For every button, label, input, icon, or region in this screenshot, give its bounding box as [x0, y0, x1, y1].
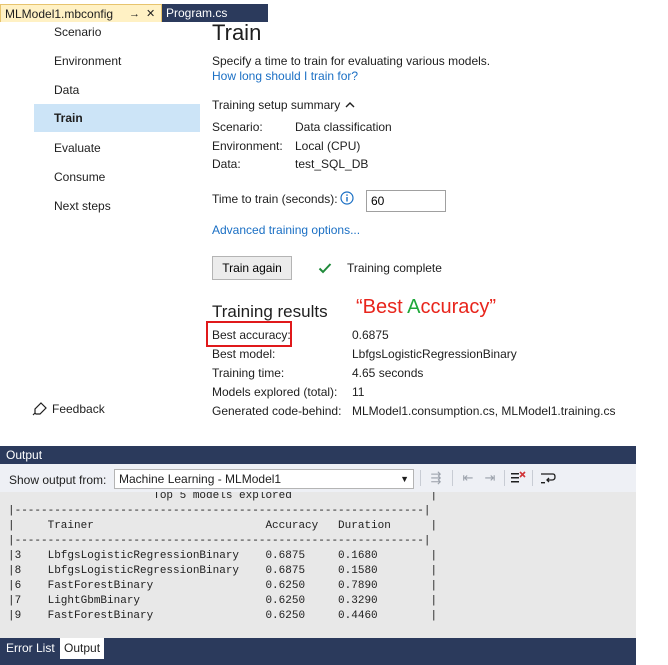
- toolbar-separator: [452, 470, 453, 486]
- train-again-button[interactable]: Train again: [212, 256, 292, 280]
- nav-item-next-steps[interactable]: Next steps: [34, 192, 200, 220]
- annotation-open: “Best: [356, 296, 408, 318]
- summary-label-data: Data:: [212, 157, 241, 171]
- summary-label-environment: Environment:: [212, 139, 283, 153]
- show-output-from-label: Show output from:: [9, 473, 107, 487]
- tab-error-list[interactable]: Error List: [2, 638, 59, 659]
- toolbar-separator: [504, 470, 505, 486]
- info-icon[interactable]: [340, 191, 354, 205]
- nav-item-scenario[interactable]: Scenario: [34, 18, 200, 46]
- page-title: Train: [212, 20, 262, 45]
- toolbar-separator: [532, 470, 533, 486]
- result-value-training-time: 4.65 seconds: [352, 366, 424, 380]
- nav-item-train[interactable]: Train: [34, 104, 200, 132]
- result-label-training-time: Training time:: [212, 366, 285, 380]
- tab-output[interactable]: Output: [60, 638, 105, 659]
- chevron-up-icon[interactable]: [344, 99, 356, 111]
- summary-label-scenario: Scenario:: [212, 120, 263, 134]
- checkmark-icon: [318, 261, 332, 275]
- previous-message-icon[interactable]: ⇤: [460, 470, 476, 486]
- result-label-code-behind: Generated code-behind:: [212, 404, 342, 418]
- nav-item-environment[interactable]: Environment: [34, 47, 200, 75]
- result-label-best-model: Best model:: [212, 347, 276, 361]
- how-long-link[interactable]: How long should I train for?: [212, 69, 358, 83]
- summary-value-data: test_SQL_DB: [295, 157, 369, 171]
- word-wrap-icon[interactable]: [540, 470, 556, 486]
- toolbar-separator: [420, 470, 421, 486]
- output-panel-header: Output: [0, 446, 636, 464]
- window-margin: [636, 0, 668, 665]
- output-source-value: Machine Learning - MLModel1: [119, 472, 282, 486]
- time-to-train-input[interactable]: [366, 190, 446, 212]
- find-message-icon[interactable]: ⇶: [428, 470, 444, 486]
- dropdown-arrow-icon: ▼: [400, 474, 409, 484]
- output-source-dropdown[interactable]: Machine Learning - MLModel1 ▼: [114, 469, 414, 489]
- output-log-text: Top 5 models explored | |---------------…: [8, 492, 438, 622]
- output-text-area[interactable]: Top 5 models explored | |---------------…: [0, 492, 636, 638]
- result-value-models-explored: 11: [352, 385, 365, 399]
- nav-item-consume[interactable]: Consume: [34, 163, 200, 191]
- result-value-code-behind: MLModel1.consumption.cs, MLModel1.traini…: [352, 404, 616, 418]
- train-description: Specify a time to train for evaluating v…: [212, 54, 491, 68]
- summary-heading[interactable]: Training setup summary: [212, 98, 340, 112]
- feedback-link[interactable]: Feedback: [52, 402, 105, 416]
- feedback-icon[interactable]: [32, 401, 48, 417]
- training-status: Training complete: [347, 261, 442, 275]
- result-value-best-accuracy: 0.6875: [352, 328, 389, 342]
- clear-all-icon[interactable]: [510, 470, 526, 486]
- annotation-rest: ccuracy”: [420, 296, 497, 318]
- training-results-heading: Training results: [212, 302, 328, 321]
- result-label-best-accuracy: Best accuracy:: [212, 328, 291, 342]
- summary-value-scenario: Data classification: [295, 120, 392, 134]
- advanced-training-options-link[interactable]: Advanced training options...: [212, 223, 360, 237]
- summary-value-environment: Local (CPU): [295, 139, 361, 153]
- result-value-best-model: LbfgsLogisticRegressionBinary: [352, 347, 517, 361]
- annotation-green-letter: A: [407, 296, 421, 318]
- nav-item-data[interactable]: Data: [34, 76, 200, 104]
- next-message-icon[interactable]: ⇥: [482, 470, 498, 486]
- time-to-train-label: Time to train (seconds):: [212, 192, 338, 206]
- result-label-models-explored: Models explored (total):: [212, 385, 338, 399]
- nav-item-evaluate[interactable]: Evaluate: [34, 134, 200, 162]
- best-accuracy-annotation: “Best Accuracy”: [356, 296, 496, 319]
